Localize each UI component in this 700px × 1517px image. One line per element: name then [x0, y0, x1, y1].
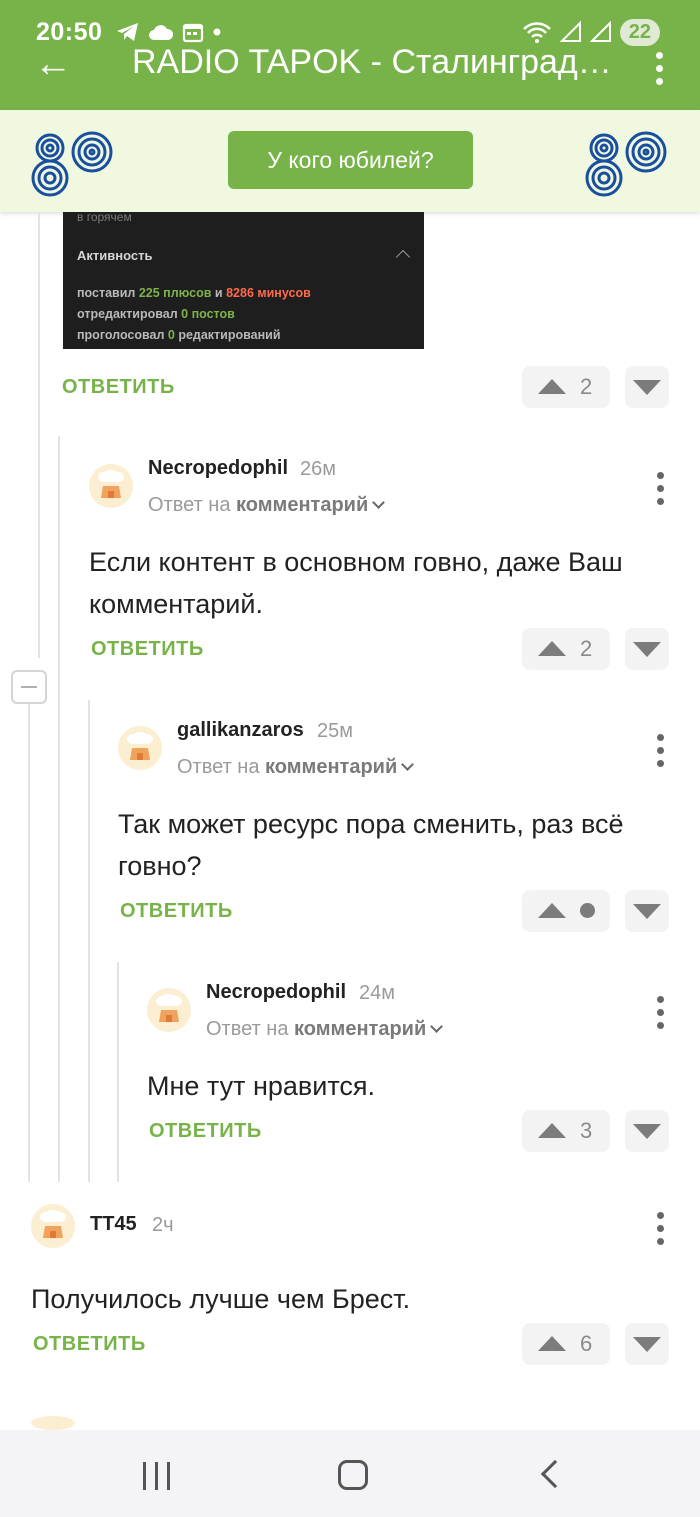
reply-button[interactable]: ОТВЕТИТЬ [62, 376, 175, 399]
downvote-button[interactable] [625, 1323, 669, 1365]
cloud-icon [149, 25, 174, 40]
reply-button[interactable]: ОТВЕТИТЬ [149, 1120, 262, 1143]
triangle-up-icon [538, 903, 566, 918]
comment-image[interactable]: в горячем Активность поставил 225 плюсов… [63, 210, 424, 349]
avatar-image [40, 1210, 66, 1238]
dot-icon [213, 28, 221, 36]
downvote-button[interactable] [625, 366, 669, 408]
comment-author[interactable]: TT45 [90, 1213, 137, 1236]
triangle-down-icon [633, 904, 661, 919]
comment-time: 2ч [152, 1214, 174, 1236]
title-row: ← RADIO TAPOK - Сталинград… [0, 42, 700, 86]
comment-time: 25м [317, 720, 353, 742]
minus-icon [21, 686, 37, 688]
upvote-button[interactable]: 2 [522, 628, 610, 670]
triangle-up-icon [538, 1336, 566, 1351]
comment-text: Так может ресурс пора сменить, раз всё г… [118, 809, 624, 881]
page-title: RADIO TAPOK - Сталинград… [132, 43, 612, 81]
more-menu-icon[interactable] [656, 52, 664, 91]
logo-80-right [585, 131, 667, 197]
triangle-down-icon [633, 380, 661, 395]
avatar[interactable] [31, 1204, 75, 1248]
chevron-down-icon [430, 1020, 444, 1033]
avatar-image [98, 470, 124, 498]
anniversary-banner: У кого юбилей? [0, 110, 700, 212]
comment-menu-icon[interactable] [657, 996, 665, 1035]
reply-to-link[interactable]: Ответ на комментарий [206, 1018, 444, 1041]
anniversary-button[interactable]: У кого юбилей? [228, 131, 473, 189]
comment-author[interactable]: Necropedophil [206, 981, 346, 1004]
page: 20:50 22 ← RADIO TAPOK - Сталинград… У к… [0, 0, 700, 1517]
reply-button[interactable]: ОТВЕТИТЬ [91, 638, 204, 661]
downvote-button[interactable] [625, 890, 669, 932]
chevron-down-icon [401, 758, 415, 771]
signal-icon-2 [589, 21, 611, 42]
avatar[interactable] [118, 726, 162, 770]
comment-menu-icon[interactable] [657, 734, 665, 773]
comment-time: 24м [359, 982, 395, 1004]
home-icon[interactable] [338, 1460, 368, 1490]
image-line-3: проголосовал 0 редактирований [77, 328, 281, 342]
avatar[interactable] [31, 1416, 75, 1430]
upvote-button[interactable] [522, 890, 610, 932]
recents-icon[interactable] [143, 1462, 173, 1490]
chevron-down-icon [372, 496, 386, 509]
vote-count: 2 [580, 374, 593, 399]
comment-text: Если контент в основном говно, даже Ваш … [89, 547, 623, 619]
back-icon[interactable] [540, 1459, 570, 1489]
image-top-text: в горячем [77, 210, 132, 224]
telegram-icon [117, 23, 139, 41]
thread-line [88, 700, 90, 1182]
avatar[interactable] [147, 988, 191, 1032]
vote-dot-icon [580, 903, 595, 918]
triangle-up-icon [538, 641, 566, 656]
comment-menu-icon[interactable] [657, 472, 665, 511]
vote-count: 6 [580, 1331, 593, 1356]
comment-menu-icon[interactable] [657, 1212, 665, 1251]
status-icons [116, 21, 222, 43]
comment-time: 26м [300, 458, 336, 480]
image-line-1: поставил 225 плюсов и 8286 минусов [77, 286, 311, 300]
signal-icon [559, 21, 581, 42]
thread-line [28, 702, 30, 1182]
reply-to-link[interactable]: Ответ на комментарий [177, 756, 415, 779]
upvote-button[interactable]: 2 [522, 366, 610, 408]
comment-text: Получилось лучше чем Брест. [31, 1284, 411, 1314]
thread-line [58, 436, 60, 1182]
wifi-icon [522, 22, 551, 43]
logo-80-left [31, 131, 113, 197]
downvote-button[interactable] [625, 628, 669, 670]
app-bar: 20:50 22 ← RADIO TAPOK - Сталинград… [0, 0, 700, 110]
upvote-button[interactable]: 6 [522, 1323, 610, 1365]
comment-text: Мне тут нравится. [147, 1071, 376, 1101]
reply-to-link[interactable]: Ответ на комментарий [148, 494, 386, 517]
comment-author[interactable]: Necropedophil [148, 457, 288, 480]
triangle-down-icon [633, 642, 661, 657]
avatar-image [127, 732, 153, 760]
avatar[interactable] [89, 464, 133, 508]
calendar-icon [183, 23, 204, 43]
system-nav-bar [0, 1430, 700, 1517]
triangle-down-icon [633, 1337, 661, 1352]
comment-author[interactable]: gallikanzaros [177, 719, 304, 742]
image-line-2: отредактировал 0 постов [77, 307, 235, 321]
vote-count: 2 [580, 636, 593, 661]
triangle-up-icon [538, 379, 566, 394]
triangle-down-icon [633, 1124, 661, 1139]
reply-button[interactable]: ОТВЕТИТЬ [33, 1333, 146, 1356]
collapse-thread-button[interactable] [11, 670, 47, 704]
thread-line [117, 962, 119, 1182]
thread-line [38, 212, 40, 658]
image-section-title: Активность [77, 248, 153, 263]
upvote-button[interactable]: 3 [522, 1110, 610, 1152]
back-arrow-icon[interactable]: ← [34, 44, 72, 84]
vote-count: 3 [580, 1118, 593, 1143]
downvote-button[interactable] [625, 1110, 669, 1152]
avatar-image [156, 994, 182, 1022]
chevron-up-icon [395, 249, 411, 265]
reply-button[interactable]: ОТВЕТИТЬ [120, 900, 233, 923]
triangle-up-icon [538, 1123, 566, 1138]
